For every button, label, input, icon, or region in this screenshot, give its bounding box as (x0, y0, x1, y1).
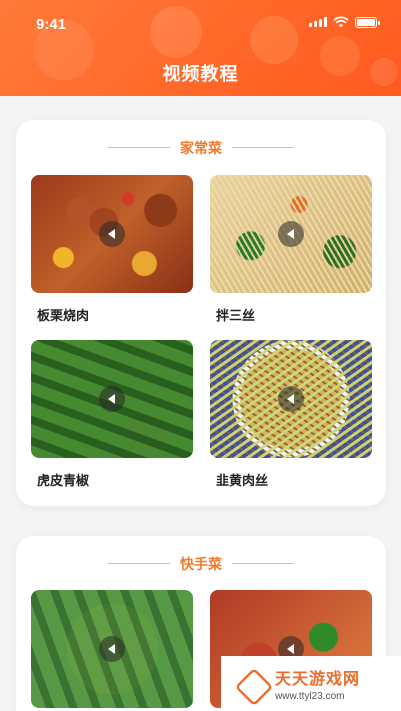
section-card-home-cooking: 家常菜 板栗烧肉 拌三丝 虎皮青椒 韭黄肉丝 (16, 120, 386, 506)
video-title: 韭黄肉丝 (216, 473, 269, 488)
video-thumbnail[interactable] (210, 175, 372, 293)
page-title: 视频教程 (162, 64, 239, 84)
watermark-url: www.ttyl23.com (275, 691, 345, 702)
video-title: 板栗烧肉 (37, 308, 90, 323)
video-title: 拌三丝 (216, 308, 256, 323)
watermark-logo-icon (235, 668, 267, 700)
site-watermark: 天天游戏网 www.ttyl23.com (221, 656, 401, 711)
battery-icon (355, 16, 380, 28)
section-title: 家常菜 (16, 138, 386, 158)
video-thumbnail[interactable] (31, 590, 193, 708)
video-item[interactable]: 韭黄肉丝 (210, 340, 372, 489)
cellular-signal-icon (309, 17, 327, 27)
play-icon[interactable] (99, 386, 125, 412)
video-item[interactable]: 虎皮青椒 (31, 340, 193, 489)
video-item[interactable]: 板栗烧肉 (31, 175, 193, 324)
header: 9:41 视频教程 (0, 0, 401, 96)
watermark-name: 天天游戏网 (275, 671, 361, 688)
video-item[interactable]: 拌三丝 (210, 175, 372, 324)
play-icon[interactable] (278, 221, 304, 247)
play-icon[interactable] (278, 386, 304, 412)
video-thumbnail[interactable] (31, 175, 193, 293)
status-icons (309, 16, 380, 28)
video-thumbnail[interactable] (31, 340, 193, 458)
section-title: 快手菜 (16, 554, 386, 574)
wifi-icon (333, 16, 349, 28)
play-icon[interactable] (99, 221, 125, 247)
video-title: 虎皮青椒 (37, 473, 90, 488)
status-time: 9:41 (36, 16, 67, 33)
status-bar: 9:41 (0, 0, 401, 44)
play-icon[interactable] (99, 636, 125, 662)
video-thumbnail[interactable] (210, 340, 372, 458)
video-item[interactable] (31, 590, 193, 708)
